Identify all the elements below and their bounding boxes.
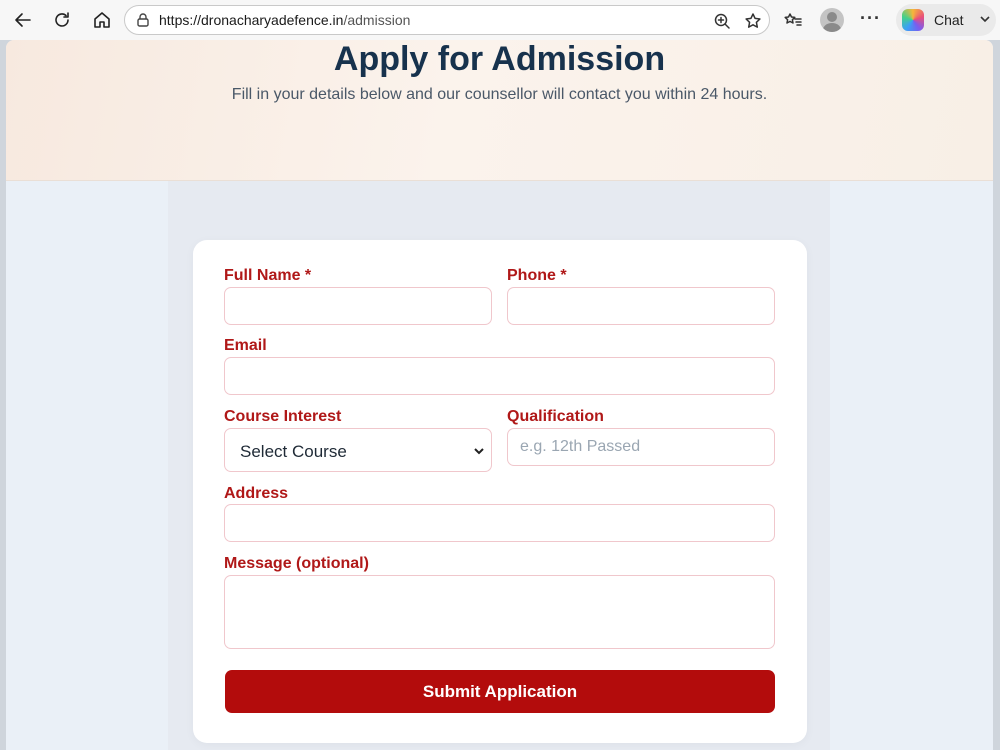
course-interest-label: Course Interest	[224, 408, 342, 425]
submit-application-button[interactable]: Submit Application	[225, 670, 775, 713]
zoom-icon[interactable]	[711, 10, 733, 32]
back-arrow-icon	[15, 13, 31, 27]
refresh-icon	[55, 12, 69, 27]
admission-page: Apply for Admission Fill in your details…	[6, 40, 993, 750]
qualification-placeholder: e.g. 12th Passed	[520, 438, 641, 455]
page-viewport: Apply for Admission Fill in your details…	[0, 40, 1000, 750]
course-select[interactable]: Select Course	[224, 428, 492, 472]
address-bar[interactable]: https://dronacharyadefence.in/admission	[124, 5, 770, 35]
chat-button[interactable]: Chat	[896, 4, 996, 36]
back-button[interactable]	[9, 6, 37, 34]
email-input[interactable]	[224, 357, 775, 395]
browser-toolbar: https://dronacharyadefence.in/admission …	[0, 0, 1000, 40]
favorites-list-icon[interactable]	[782, 9, 804, 31]
address-label: Address	[224, 485, 289, 502]
url-path: /admission	[343, 12, 411, 28]
chevron-down-icon	[978, 12, 992, 26]
refresh-button[interactable]	[48, 6, 76, 34]
page-subtitle: Fill in your details below and our couns…	[231, 86, 768, 103]
chat-label: Chat	[934, 12, 964, 28]
home-button[interactable]	[88, 6, 116, 34]
copilot-logo-icon	[902, 9, 924, 31]
full-name-label: Full Name *	[224, 267, 312, 284]
full-name-input[interactable]	[224, 287, 492, 325]
email-label: Email	[224, 337, 267, 354]
lock-icon	[135, 12, 151, 28]
message-textarea[interactable]	[224, 575, 775, 649]
profile-avatar[interactable]	[820, 8, 844, 32]
more-menu-button[interactable]: ···	[860, 8, 881, 29]
favorite-star-icon[interactable]	[742, 10, 764, 32]
message-label: Message (optional)	[224, 555, 369, 572]
url-host: https://dronacharyadefence.in	[159, 12, 344, 28]
course-selected-value: Select Course	[240, 442, 347, 461]
page-title: Apply for Admission	[333, 40, 666, 78]
hero-section: Apply for Admission Fill in your details…	[6, 40, 993, 181]
admission-form-card: Full Name * Phone * Email Course Interes…	[193, 240, 807, 743]
url-text: https://dronacharyadefence.in/admission	[159, 12, 410, 28]
qualification-input[interactable]: e.g. 12th Passed	[507, 428, 775, 466]
address-input[interactable]	[224, 504, 775, 542]
home-icon	[94, 12, 110, 28]
phone-input[interactable]	[507, 287, 775, 325]
chevron-down-icon	[473, 444, 485, 456]
qualification-label: Qualification	[507, 408, 604, 425]
phone-label: Phone *	[507, 267, 567, 284]
